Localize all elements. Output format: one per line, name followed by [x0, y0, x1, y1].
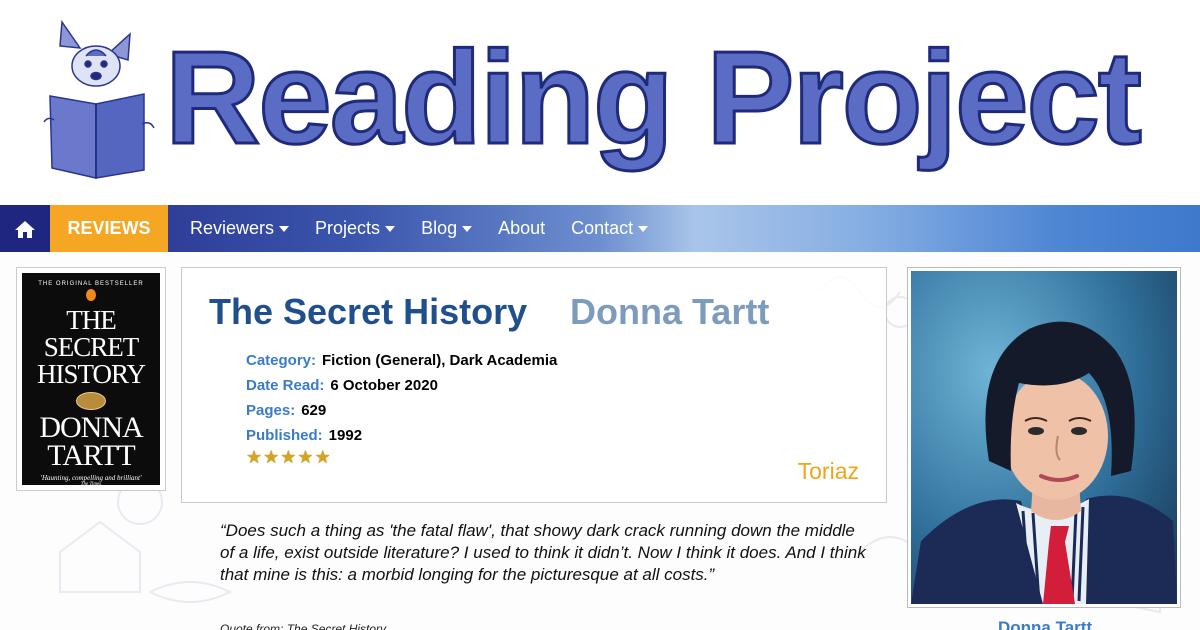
meta-label: Pages: [246, 402, 296, 419]
author-photo [911, 271, 1177, 604]
meta-category: Category: Fiction (General), Dark Academi… [246, 348, 557, 373]
penguin-logo-icon [86, 289, 96, 301]
book-cover: THE ORIGINAL BESTSELLER THE SECRET HISTO… [22, 273, 160, 487]
site-title[interactable]: Reading Project [164, 18, 1144, 178]
star-icon: ★ [280, 447, 297, 467]
cover-author-line: DONNA [39, 411, 143, 444]
star-icon: ★ [314, 447, 331, 467]
star-icon: ★ [297, 447, 314, 467]
nav-item-reviews[interactable]: REVIEWS [50, 205, 168, 252]
cover-blurb: 'Haunting, compelling and brilliant' [40, 474, 142, 482]
caret-down-icon [385, 225, 396, 232]
nav-item-blog[interactable]: Blog [408, 205, 485, 252]
meta-value: Fiction (General), Dark Academia [322, 352, 558, 369]
caret-down-icon [638, 225, 649, 232]
nav-item-about-label: About [498, 218, 546, 238]
star-icon: ★ [246, 447, 263, 467]
home-button[interactable] [0, 205, 50, 252]
star-icon: ★ [263, 447, 280, 467]
author-photo-caption[interactable]: Donna Tartt [998, 618, 1092, 630]
cover-tagline: THE ORIGINAL BESTSELLER [38, 281, 144, 287]
meta-value: 6 October 2020 [330, 377, 438, 394]
nav-item-contact[interactable]: Contact [558, 205, 661, 252]
cover-emblem-icon [76, 392, 106, 410]
home-icon [15, 220, 35, 238]
book-metadata: Category: Fiction (General), Dark Academi… [246, 348, 557, 448]
reviewer-name-link[interactable]: Toriaz [798, 458, 859, 485]
nav-item-reviewers-label: Reviewers [190, 218, 275, 238]
book-author-link[interactable]: Donna Tartt [570, 291, 769, 333]
meta-value: 1992 [328, 427, 363, 444]
nav-item-projects-label: Projects [315, 218, 381, 238]
meta-pages: Pages: 629 [246, 398, 557, 423]
cover-title-line: THE [66, 305, 116, 335]
author-portrait-image [911, 271, 1177, 604]
cover-author-line: TARTT [47, 439, 135, 472]
meta-label: Date Read: [246, 377, 325, 394]
cover-title-line: HISTORY [36, 359, 146, 389]
dog-reading-book-logo-icon[interactable] [40, 14, 158, 184]
cover-title-line: SECRET [43, 332, 140, 362]
book-title: The Secret History [209, 291, 528, 332]
meta-label: Category: [246, 352, 317, 369]
meta-value: 629 [301, 402, 327, 419]
meta-label: Published: [246, 427, 323, 444]
book-quote: “Does such a thing as 'the fatal flaw', … [220, 521, 866, 584]
nav-item-blog-label: Blog [421, 218, 458, 238]
cover-blurb-source: The Times [80, 482, 102, 487]
nav-item-projects[interactable]: Projects [302, 205, 408, 252]
site-header: Reading Project [0, 0, 1200, 205]
nav-item-about[interactable]: About [485, 205, 558, 252]
meta-date-read: Date Read: 6 October 2020 [246, 373, 557, 398]
nav-item-reviewers[interactable]: Reviewers [177, 205, 302, 252]
caret-down-icon [462, 225, 473, 232]
main-nav: REVIEWS Reviewers Projects Blog About Co… [0, 205, 1200, 252]
author-photo-frame[interactable] [907, 267, 1181, 608]
cover-title: THE SECRET HISTORY [22, 307, 160, 388]
cover-author: DONNA TARTT [22, 411, 160, 472]
star-rating: ★ ★ ★ ★ ★ [246, 448, 331, 466]
nav-item-contact-label: Contact [571, 218, 634, 238]
book-cover-frame[interactable]: THE ORIGINAL BESTSELLER THE SECRET HISTO… [16, 267, 166, 491]
meta-published: Published: 1992 [246, 423, 557, 448]
quote-source: Quote from: The Secret History [220, 622, 387, 630]
caret-down-icon [279, 225, 290, 232]
book-info-card: The Secret History Donna Tartt Category:… [181, 267, 887, 503]
